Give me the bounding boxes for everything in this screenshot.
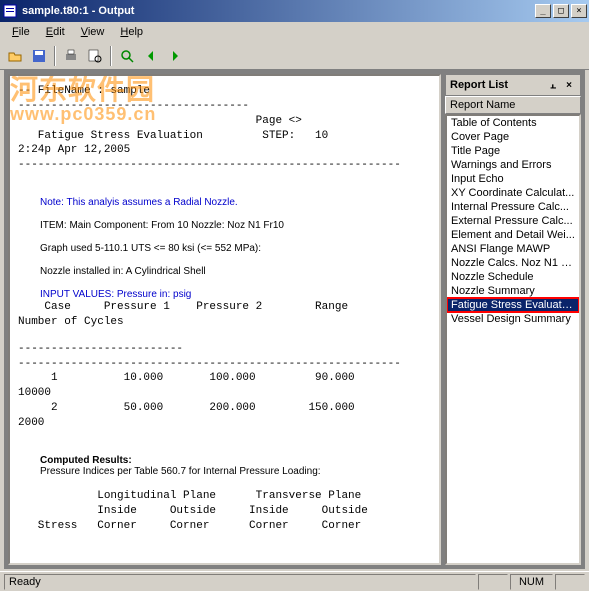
doc-plane-header: Longitudinal Plane Transverse Plane [18,489,431,504]
app-icon [2,3,18,19]
report-item[interactable]: Table of Contents [447,116,579,130]
doc-dash: ----------------------------------- [18,99,431,114]
report-item[interactable]: Element and Detail Wei... [447,228,579,242]
doc-row: 10000 [18,386,431,401]
toolbar [0,42,589,70]
toolbar-separator [110,46,112,66]
report-item[interactable]: ANSI Flange MAWP [447,242,579,256]
status-cell [478,574,508,590]
menu-edit[interactable]: Edit [38,24,73,40]
doc-dash: ----------------------------------------… [18,357,431,372]
close-button[interactable]: × [571,4,587,18]
doc-plane-header: Inside Outside Inside Outside [18,504,431,519]
report-item[interactable]: Internal Pressure Calc... [447,200,579,214]
doc-plane-header: Stress Corner Corner Corner Corner [18,519,431,534]
report-list-panel: Report List ⫠ × Report Name Table of Con… [445,74,581,565]
doc-dash: ------------------------- [18,342,431,357]
status-ready: Ready [4,574,476,590]
menu-view[interactable]: View [73,24,113,40]
doc-graph: Graph used 5-110.1 UTS <= 80 ksi (<= 552… [40,243,431,254]
doc-header: -- FileName : sample [18,84,431,99]
status-num: NUM [510,574,553,590]
report-list-title: Report List ⫠ × [445,74,581,96]
doc-row: 2000 [18,416,431,431]
doc-time: 2:24p Apr 12,2005 [18,143,431,158]
save-icon[interactable] [28,45,50,67]
print-icon[interactable] [60,45,82,67]
report-item[interactable]: Input Echo [447,172,579,186]
report-item[interactable]: External Pressure Calc... [447,214,579,228]
menu-help[interactable]: Help [112,24,151,40]
menu-bar: File Edit View Help [0,22,589,42]
doc-input-values: INPUT VALUES: Pressure in: psig [40,289,431,300]
report-list-header[interactable]: Report Name [445,96,581,114]
doc-pidx: Pressure Indices per Table 560.7 for Int… [40,466,431,477]
maximize-button[interactable]: □ [553,4,569,18]
report-list-title-text: Report List [450,79,508,91]
doc-nozzle: Nozzle installed in: A Cylindrical Shell [40,266,431,277]
report-item[interactable]: Nozzle Schedule [447,270,579,284]
next-icon[interactable] [164,45,186,67]
report-item[interactable]: Fatigue Stress Evaluation [447,298,579,312]
report-item[interactable]: Nozzle Summary [447,284,579,298]
pin-icon[interactable]: ⫠ [546,78,560,92]
report-list[interactable]: Table of ContentsCover PageTitle PageWar… [445,114,581,565]
doc-page: Page <> [18,114,431,129]
doc-item: ITEM: Main Component: From 10 Nozzle: No… [40,220,431,231]
doc-row: 2 50.000 200.000 150.000 [18,401,431,416]
toolbar-separator [54,46,56,66]
window-titlebar: sample.t80:1 - Output _ □ × [0,0,589,22]
doc-computed: Computed Results: [40,455,431,466]
doc-dash: ----------------------------------------… [18,158,431,173]
report-item[interactable]: Cover Page [447,130,579,144]
report-item[interactable]: Warnings and Errors [447,158,579,172]
report-item[interactable]: Title Page [447,144,579,158]
open-icon[interactable] [4,45,26,67]
minimize-button[interactable]: _ [535,4,551,18]
prev-icon[interactable] [140,45,162,67]
doc-table-header2: Number of Cycles [18,315,431,330]
window-title: sample.t80:1 - Output [22,5,533,17]
status-bar: Ready NUM [0,571,589,591]
doc-title: Fatigue Stress Evaluation STEP: 10 [18,129,431,144]
report-item[interactable]: Nozzle Calcs. Noz N1 F... [447,256,579,270]
doc-row: 1 10.000 100.000 90.000 [18,371,431,386]
report-item[interactable]: Vessel Design Summary [447,312,579,326]
menu-file[interactable]: File [4,24,38,40]
status-cell [555,574,585,590]
close-panel-icon[interactable]: × [562,78,576,92]
find-icon[interactable] [116,45,138,67]
document-pane[interactable]: 河东软件园 www.pc0359.cn -- FileName : sample… [8,74,441,565]
doc-table-header: Case Pressure 1 Pressure 2 Range [18,300,431,315]
report-item[interactable]: XY Coordinate Calculat... [447,186,579,200]
print-preview-icon[interactable] [84,45,106,67]
doc-note: Note: This analyis assumes a Radial Nozz… [40,197,431,208]
workspace: 河东软件园 www.pc0359.cn -- FileName : sample… [4,70,585,569]
